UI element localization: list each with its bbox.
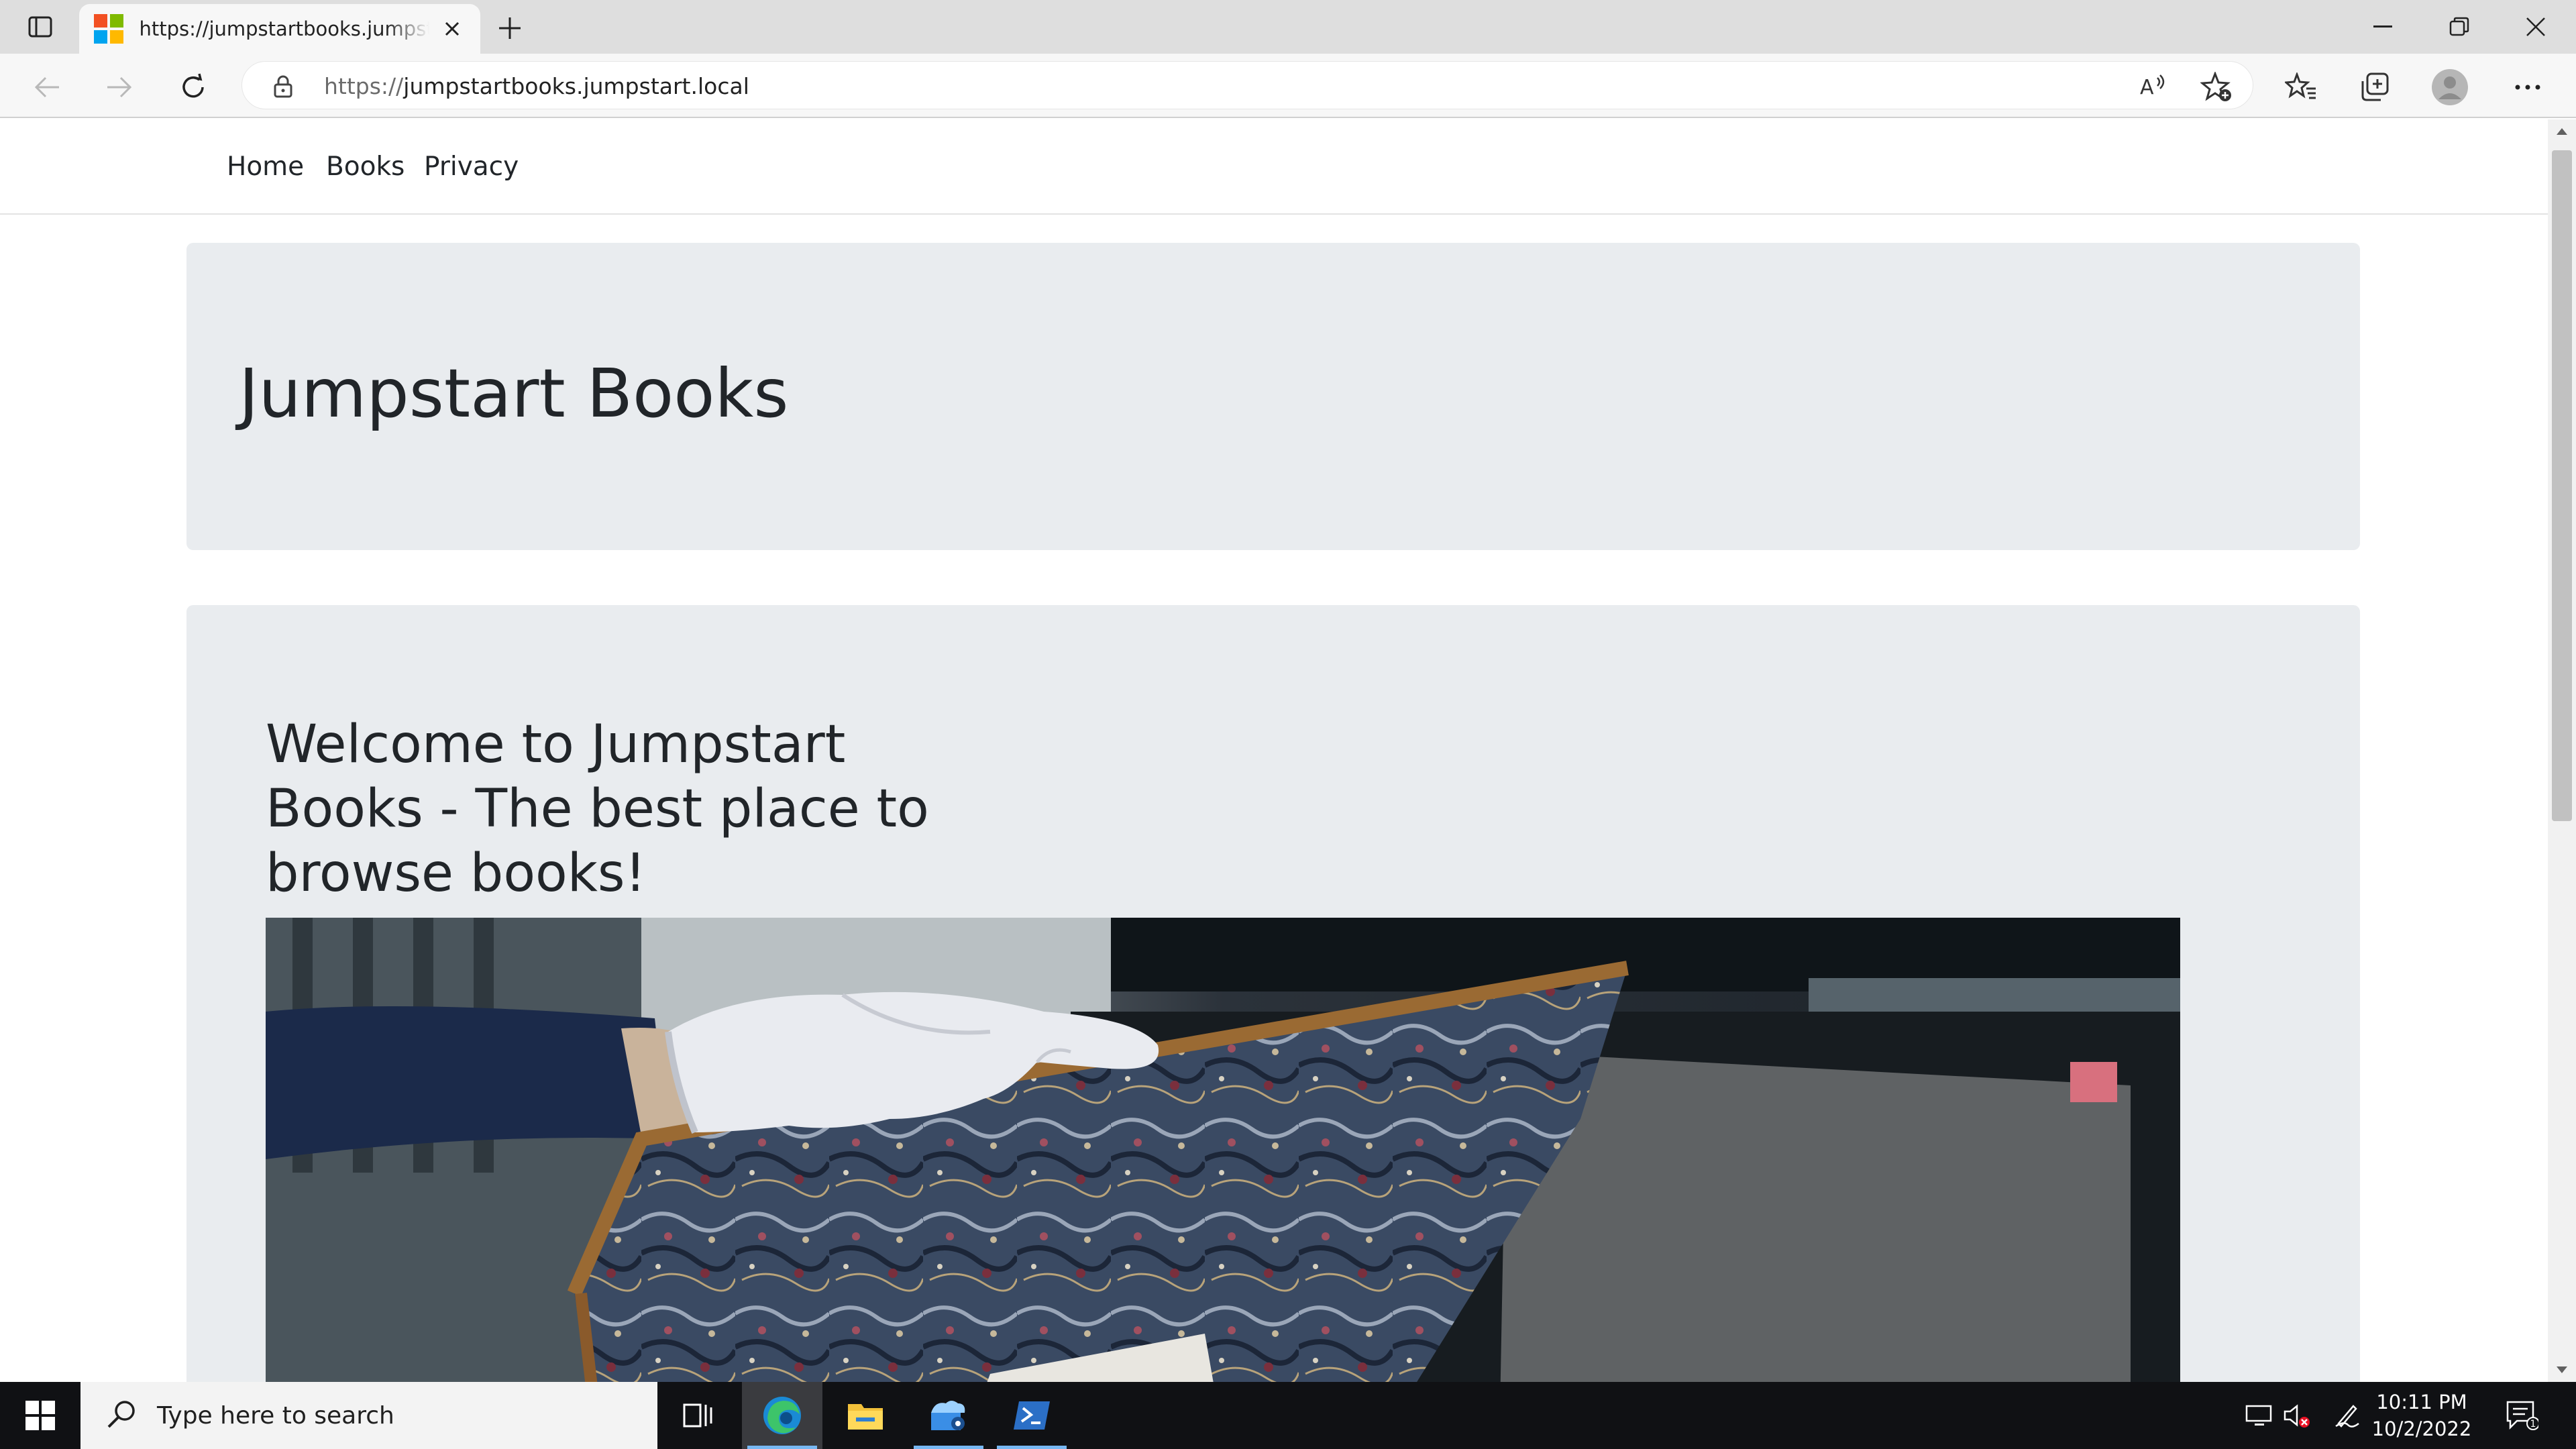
read-aloud-icon[interactable]: A <box>2136 68 2174 106</box>
url-scheme: https:// <box>324 73 404 99</box>
taskbar-clock[interactable]: 10:11 PM 10/2/2022 <box>2361 1389 2482 1442</box>
address-bar[interactable]: https://jumpstartbooks.jumpstart.local <box>241 61 2253 109</box>
browser-toolbar: https://jumpstartbooks.jumpstart.local A <box>0 54 2576 118</box>
volume-muted-icon[interactable] <box>2281 1399 2313 1432</box>
task-view-icon[interactable] <box>657 1382 738 1449</box>
edge-icon[interactable] <box>742 1382 822 1449</box>
search-icon <box>106 1399 137 1432</box>
powershell-icon[interactable] <box>991 1382 1072 1449</box>
microsoft-logo-icon <box>94 14 123 44</box>
welcome-card: Welcome to Jumpstart Books - The best pl… <box>186 605 2360 1382</box>
tab-actions-icon[interactable] <box>16 11 64 43</box>
notification-count: 1 <box>2530 1419 2536 1430</box>
favorites-icon[interactable] <box>2282 68 2320 106</box>
clock-time: 10:11 PM <box>2376 1391 2467 1413</box>
nav-link-privacy[interactable]: Privacy <box>424 152 519 182</box>
running-app-indicator <box>997 1446 1067 1449</box>
collections-icon[interactable] <box>2356 68 2394 106</box>
close-icon[interactable] <box>439 15 466 42</box>
nav-link-books[interactable]: Books <box>326 152 405 182</box>
lock-icon[interactable] <box>273 75 293 101</box>
svg-text:A: A <box>2140 76 2154 99</box>
restore-icon[interactable] <box>2422 0 2497 54</box>
browser-tab-bar: https://jumpstartbooks.jumpstart.local <box>0 0 2576 54</box>
minimize-icon[interactable] <box>2345 0 2420 54</box>
pen-workspace-icon[interactable] <box>2330 1399 2363 1432</box>
file-explorer-icon[interactable] <box>825 1382 906 1449</box>
url-host: jumpstartbooks.jumpstart.local <box>403 73 749 99</box>
active-app-indicator <box>747 1446 817 1449</box>
book-photo-illustration <box>266 918 2180 1382</box>
page-title: Jumpstart Books <box>239 354 789 433</box>
jumbotron: Jumpstart Books <box>186 243 2360 550</box>
windows-taskbar: Type here to search 10:11 PM 10/2/2022 1 <box>0 1382 2576 1449</box>
browser-tab[interactable]: https://jumpstartbooks.jumpstart.local <box>79 4 480 54</box>
ellipsis-icon[interactable] <box>2509 68 2546 106</box>
address-url[interactable]: https://jumpstartbooks.jumpstart.local <box>324 73 749 99</box>
search-placeholder: Type here to search <box>157 1401 394 1430</box>
page-scrollbar[interactable] <box>2548 119 2576 1382</box>
site-navbar: Home Books Privacy <box>0 119 2548 215</box>
hero-image <box>266 918 2180 1382</box>
taskbar-search-box[interactable]: Type here to search <box>80 1382 657 1449</box>
back-arrow-icon[interactable] <box>28 68 66 106</box>
tab-title: https://jumpstartbooks.jumpstart.local <box>139 17 430 40</box>
welcome-heading: Welcome to Jumpstart Books - The best pl… <box>266 714 929 904</box>
running-app-indicator <box>914 1446 983 1449</box>
refresh-icon[interactable] <box>174 68 212 106</box>
plus-icon[interactable] <box>494 12 526 44</box>
clock-date: 10/2/2022 <box>2371 1417 2472 1440</box>
notification-center-icon[interactable]: 1 <box>2501 1398 2544 1433</box>
nav-link-home[interactable]: Home <box>227 152 304 182</box>
forward-arrow-icon[interactable] <box>101 68 138 106</box>
scrollbar-thumb[interactable] <box>2552 150 2572 821</box>
page-viewport: Home Books Privacy Jumpstart Books Welco… <box>0 119 2548 1382</box>
star-plus-icon[interactable] <box>2198 68 2235 106</box>
server-manager-icon[interactable] <box>908 1382 989 1449</box>
windows-start-icon[interactable] <box>0 1382 80 1449</box>
close-window-icon[interactable] <box>2498 0 2573 54</box>
profile-avatar-icon[interactable] <box>2431 68 2469 106</box>
scroll-up-arrow-icon[interactable] <box>2548 119 2576 144</box>
network-icon[interactable] <box>2243 1399 2275 1432</box>
scroll-down-arrow-icon[interactable] <box>2548 1358 2576 1382</box>
